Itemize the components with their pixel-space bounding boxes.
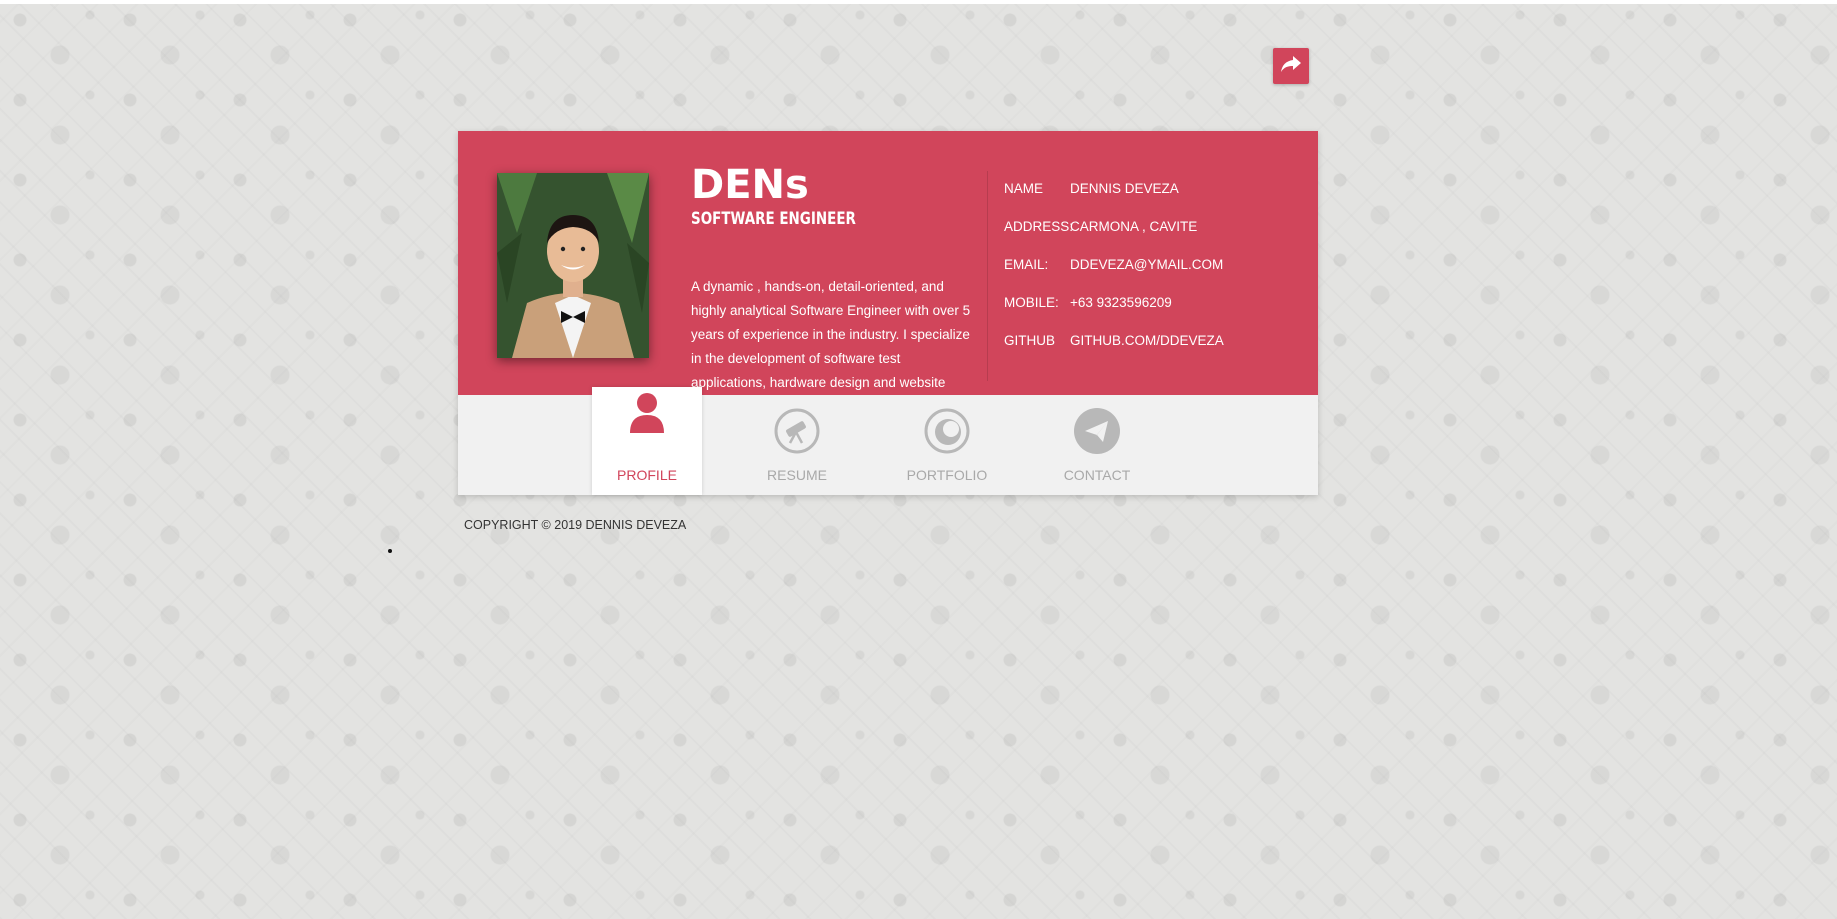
info-value: DENNIS DEVEZA bbox=[1070, 180, 1179, 196]
tab-label: PORTFOLIO bbox=[906, 467, 988, 483]
info-label: EMAIL: bbox=[1004, 256, 1049, 272]
info-value: +63 9323596209 bbox=[1070, 294, 1172, 310]
user-icon bbox=[624, 390, 670, 436]
telescope-icon bbox=[774, 408, 820, 454]
info-value: GITHUB.COM/DDEVEZA bbox=[1070, 332, 1224, 348]
tab-bar: PROFILE RESUME PORTFOLIO CONTACT bbox=[458, 387, 1318, 495]
info-label: ADDRESS: bbox=[1004, 218, 1074, 234]
tab-resume[interactable]: RESUME bbox=[742, 395, 852, 495]
info-value: DDEVEZA@YMAIL.COM bbox=[1070, 256, 1224, 272]
top-border bbox=[0, 0, 1837, 4]
info-label: GITHUB bbox=[1004, 332, 1056, 348]
info-label: MOBILE: bbox=[1004, 294, 1059, 310]
bullet-dot bbox=[388, 549, 392, 553]
info-value: CARMONA , CAVITE bbox=[1070, 218, 1198, 234]
portfolio-icon bbox=[924, 408, 970, 454]
info-label: NAME bbox=[1004, 180, 1044, 196]
info-row-email: EMAIL: DDEVEZA@YMAIL.COM bbox=[1004, 245, 1224, 283]
info-row-address: ADDRESS: CARMONA , CAVITE bbox=[1004, 207, 1224, 245]
info-row-name: NAME DENNIS DEVEZA bbox=[1004, 169, 1224, 207]
info-row-github: GITHUB GITHUB.COM/DDEVEZA bbox=[1004, 321, 1224, 359]
info-row-mobile: MOBILE: +63 9323596209 bbox=[1004, 283, 1224, 321]
tab-profile[interactable]: PROFILE bbox=[592, 387, 702, 495]
profile-photo bbox=[497, 173, 649, 358]
profile-header: DENs SOFTWARE ENGINEER A dynamic , hands… bbox=[458, 131, 1318, 414]
brand-name: DENs bbox=[691, 162, 809, 208]
share-button[interactable] bbox=[1273, 48, 1309, 84]
tab-portfolio[interactable]: PORTFOLIO bbox=[892, 395, 1002, 495]
job-title: SOFTWARE ENGINEER bbox=[691, 209, 856, 229]
tab-label: RESUME bbox=[767, 467, 827, 483]
tab-label: CONTACT bbox=[1063, 467, 1131, 483]
vertical-divider bbox=[987, 171, 988, 381]
profile-card: DENs SOFTWARE ENGINEER A dynamic , hands… bbox=[458, 131, 1318, 495]
contact-info-list: NAME DENNIS DEVEZA ADDRESS: CARMONA , CA… bbox=[1004, 169, 1224, 359]
paper-plane-icon bbox=[1074, 408, 1120, 454]
tab-label: PROFILE bbox=[617, 467, 677, 483]
copyright-text: COPYRIGHT © 2019 DENNIS DEVEZA bbox=[464, 518, 687, 532]
share-arrow-icon bbox=[1280, 54, 1302, 79]
tab-contact[interactable]: CONTACT bbox=[1042, 395, 1152, 495]
